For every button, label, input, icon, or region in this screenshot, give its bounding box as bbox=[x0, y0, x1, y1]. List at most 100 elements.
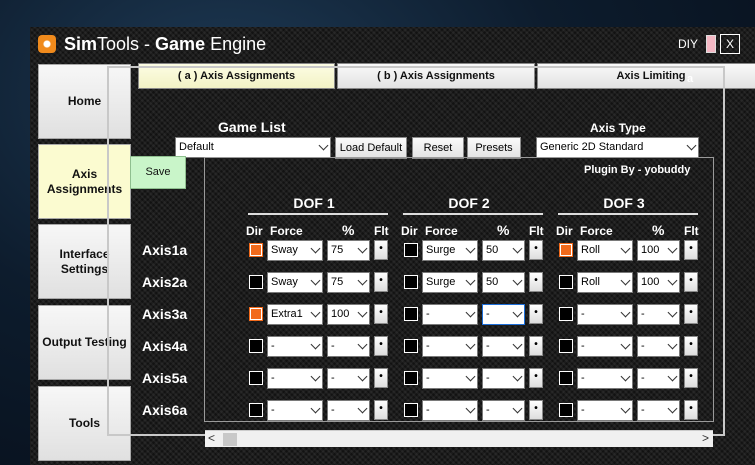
force-select[interactable]: - bbox=[422, 400, 478, 421]
filter-button[interactable]: • bbox=[684, 304, 698, 324]
force-select[interactable]: - bbox=[577, 336, 633, 357]
filter-button[interactable]: • bbox=[374, 336, 388, 356]
force-select[interactable]: - bbox=[577, 304, 633, 325]
force-select[interactable]: - bbox=[422, 368, 478, 389]
filter-button[interactable]: • bbox=[529, 304, 543, 324]
simtools-logo-icon bbox=[38, 35, 56, 53]
dir-checkbox[interactable] bbox=[249, 307, 263, 321]
force-select[interactable]: Sway bbox=[267, 272, 323, 293]
filter-button[interactable]: • bbox=[529, 400, 543, 420]
dir-checkbox[interactable] bbox=[249, 339, 263, 353]
force-select[interactable]: Roll bbox=[577, 240, 633, 261]
dir-checkbox[interactable] bbox=[249, 275, 263, 289]
filter-button[interactable]: • bbox=[529, 240, 543, 260]
percent-select-value: 100 bbox=[641, 244, 660, 256]
dir-checkbox[interactable] bbox=[559, 403, 573, 417]
filter-button[interactable]: • bbox=[374, 272, 388, 292]
force-select[interactable]: Roll bbox=[577, 272, 633, 293]
filter-button[interactable]: • bbox=[529, 336, 543, 356]
percent-select[interactable]: 100 bbox=[637, 240, 680, 261]
title-part: Sim bbox=[64, 34, 98, 54]
percent-select[interactable]: - bbox=[482, 336, 525, 357]
game-list-select[interactable]: Default bbox=[175, 137, 331, 158]
dir-checkbox[interactable] bbox=[249, 371, 263, 385]
force-select[interactable]: Extra1 bbox=[267, 304, 323, 325]
filter-button[interactable]: • bbox=[374, 368, 388, 388]
percent-select[interactable]: - bbox=[327, 368, 370, 389]
force-select[interactable]: Sway bbox=[267, 240, 323, 261]
reset-button[interactable]: Reset bbox=[412, 137, 464, 159]
save-button[interactable]: Save bbox=[130, 156, 186, 189]
dir-checkbox[interactable] bbox=[404, 243, 418, 257]
percent-select-value: 100 bbox=[641, 276, 660, 288]
dir-checkbox[interactable] bbox=[404, 275, 418, 289]
dir-checkbox[interactable] bbox=[559, 339, 573, 353]
force-select[interactable]: - bbox=[422, 336, 478, 357]
percent-select[interactable]: - bbox=[482, 304, 525, 325]
percent-select-value: - bbox=[486, 308, 490, 320]
dof-divider bbox=[558, 213, 698, 215]
filter-button[interactable]: • bbox=[374, 240, 388, 260]
force-select[interactable]: Surge bbox=[422, 272, 478, 293]
horizontal-scrollbar[interactable]: < > bbox=[205, 430, 713, 447]
percent-select[interactable]: - bbox=[637, 368, 680, 389]
dir-checkbox[interactable] bbox=[404, 339, 418, 353]
chevron-down-icon bbox=[357, 275, 368, 286]
dir-checkbox[interactable] bbox=[559, 307, 573, 321]
filter-button[interactable]: • bbox=[684, 368, 698, 388]
dir-checkbox[interactable] bbox=[404, 371, 418, 385]
load-default-button[interactable]: Load Default bbox=[335, 137, 407, 159]
percent-header: % bbox=[497, 222, 510, 238]
percent-select[interactable]: - bbox=[482, 368, 525, 389]
filter-button[interactable]: • bbox=[684, 336, 698, 356]
scroll-left-icon[interactable]: < bbox=[208, 431, 215, 445]
filter-button[interactable]: • bbox=[684, 400, 698, 420]
chevron-down-icon bbox=[620, 339, 631, 350]
dof-title: DOF 3 bbox=[603, 195, 645, 211]
dir-checkbox[interactable] bbox=[404, 307, 418, 321]
percent-select[interactable]: 50 bbox=[482, 272, 525, 293]
flt-header: Flt bbox=[529, 224, 544, 238]
force-select[interactable]: - bbox=[267, 400, 323, 421]
percent-select[interactable]: 100 bbox=[637, 272, 680, 293]
filter-button[interactable]: • bbox=[529, 272, 543, 292]
dir-checkbox[interactable] bbox=[559, 243, 573, 257]
dir-checkbox[interactable] bbox=[559, 275, 573, 289]
scroll-thumb[interactable] bbox=[223, 433, 237, 446]
chevron-down-icon bbox=[667, 307, 678, 318]
percent-select[interactable]: - bbox=[637, 336, 680, 357]
force-select[interactable]: - bbox=[577, 368, 633, 389]
filter-button[interactable]: • bbox=[684, 240, 698, 260]
filter-button[interactable]: • bbox=[684, 272, 698, 292]
dir-checkbox[interactable] bbox=[249, 243, 263, 257]
axis-row-label: Axis2a bbox=[142, 274, 188, 290]
game-list-label: Game List bbox=[218, 119, 286, 135]
filter-button[interactable]: • bbox=[374, 304, 388, 324]
dir-checkbox[interactable] bbox=[249, 403, 263, 417]
axis-type-select[interactable]: Generic 2D Standard bbox=[536, 137, 699, 158]
percent-select[interactable]: 75 bbox=[327, 272, 370, 293]
percent-select[interactable]: - bbox=[327, 336, 370, 357]
dir-checkbox[interactable] bbox=[559, 371, 573, 385]
filter-button[interactable]: • bbox=[374, 400, 388, 420]
force-select-value: Surge bbox=[426, 244, 456, 256]
percent-select[interactable]: 50 bbox=[482, 240, 525, 261]
force-select[interactable]: - bbox=[577, 400, 633, 421]
force-select[interactable]: - bbox=[267, 336, 323, 357]
percent-select[interactable]: - bbox=[482, 400, 525, 421]
percent-select[interactable]: - bbox=[327, 400, 370, 421]
force-select[interactable]: - bbox=[267, 368, 323, 389]
percent-select[interactable]: - bbox=[637, 400, 680, 421]
percent-select[interactable]: 100 bbox=[327, 304, 370, 325]
presets-button[interactable]: Presets bbox=[467, 137, 521, 159]
percent-select[interactable]: 75 bbox=[327, 240, 370, 261]
close-button[interactable]: X bbox=[720, 34, 740, 54]
scroll-right-icon[interactable]: > bbox=[702, 431, 709, 445]
pink-indicator-button[interactable] bbox=[706, 35, 716, 53]
chevron-down-icon bbox=[667, 339, 678, 350]
dir-checkbox[interactable] bbox=[404, 403, 418, 417]
filter-button[interactable]: • bbox=[529, 368, 543, 388]
force-select[interactable]: - bbox=[422, 304, 478, 325]
force-select[interactable]: Surge bbox=[422, 240, 478, 261]
percent-select[interactable]: - bbox=[637, 304, 680, 325]
